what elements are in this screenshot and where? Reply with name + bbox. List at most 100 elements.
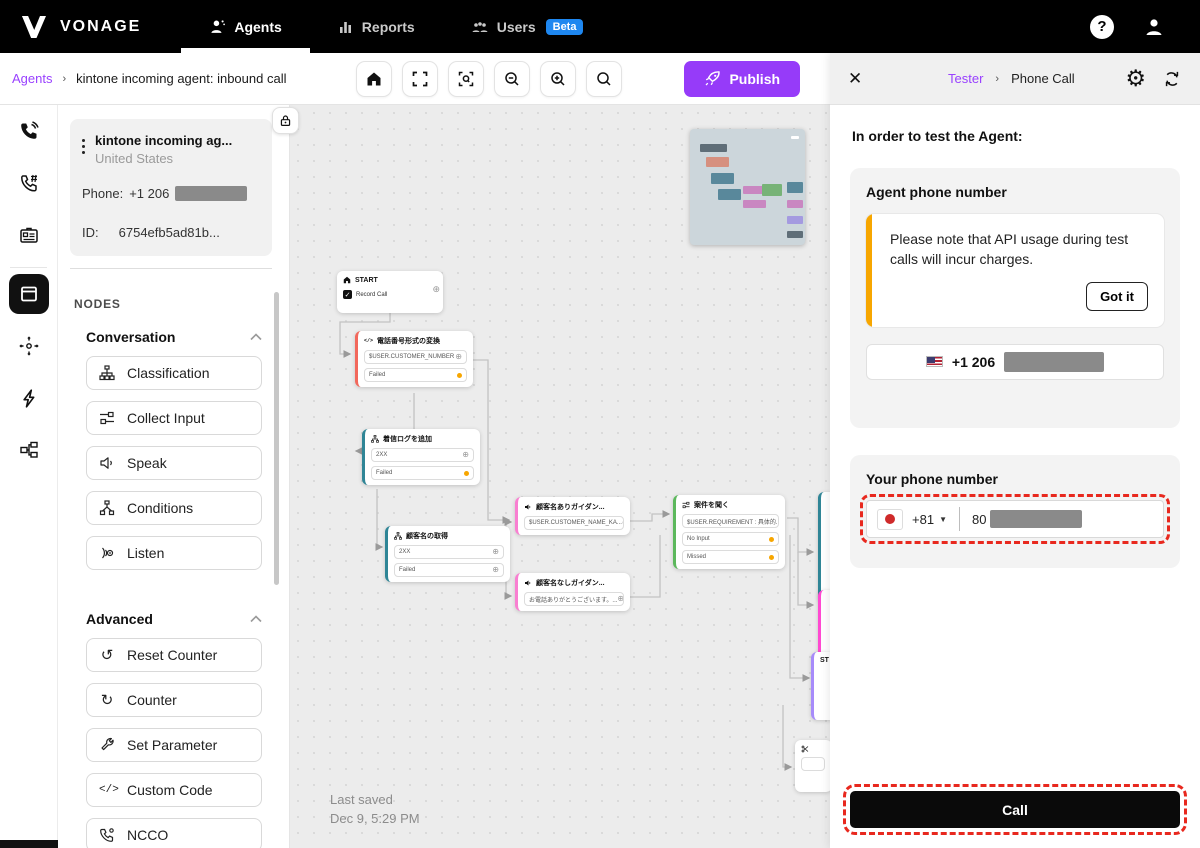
zoom-fit-button[interactable]	[448, 60, 485, 97]
node-item-speak[interactable]: Speak	[86, 446, 262, 480]
help-icon[interactable]: ?	[1090, 14, 1114, 39]
publish-button[interactable]: Publish	[684, 60, 801, 97]
settings-icon[interactable]: ⚙	[1125, 67, 1146, 90]
home-icon	[343, 276, 351, 284]
node-item-conditions[interactable]: Conditions	[86, 491, 262, 525]
code-icon: </>	[364, 338, 374, 344]
zoom-out-button[interactable]	[494, 60, 531, 97]
search-icon	[597, 71, 611, 86]
tester-intro: In order to test the Agent:	[852, 128, 1023, 144]
node-port[interactable]: ⊕	[432, 284, 440, 295]
speak-icon	[100, 457, 112, 469]
flow-node-partial-white[interactable]	[795, 740, 830, 792]
phone-hash-icon[interactable]	[0, 157, 58, 209]
api-icon	[371, 435, 379, 443]
vonage-v-icon	[22, 15, 46, 38]
redacted-number	[990, 510, 1083, 528]
node-item-set-parameter[interactable]: Set Parameter	[86, 728, 262, 762]
phone-number-input[interactable]: +81 ▼ 80	[860, 494, 1170, 544]
scissors-icon	[801, 745, 809, 753]
bolt-icon[interactable]	[0, 372, 58, 424]
rail-bottom-bar	[0, 840, 58, 848]
layout-panel-button-active[interactable]	[8, 274, 49, 314]
search-button[interactable]	[586, 60, 623, 97]
kebab-menu-icon[interactable]	[82, 133, 85, 166]
lock-button[interactable]	[272, 107, 299, 134]
refresh-icon[interactable]	[1162, 69, 1182, 89]
zoom-out-icon	[505, 71, 519, 86]
canvas-tools	[356, 60, 623, 97]
minimap[interactable]	[690, 129, 805, 245]
account-icon[interactable]	[1142, 15, 1166, 39]
node-port[interactable]: ⊕	[622, 519, 623, 527]
collect-input-icon	[682, 501, 690, 509]
got-it-button[interactable]: Got it	[1086, 281, 1148, 311]
node-port[interactable]: ⊕	[462, 451, 469, 459]
country-code-select[interactable]: +81 ▼	[912, 512, 947, 527]
flow-node-partial-violet[interactable]: ST	[811, 652, 830, 720]
node-item-classification[interactable]: Classification	[86, 356, 262, 390]
node-item-listen[interactable]: Listen	[86, 536, 262, 570]
home-button[interactable]	[356, 60, 393, 97]
zoom-in-icon	[551, 71, 565, 86]
flow-node-get-customer-name[interactable]: 顧客名の取得 2XX ⊕ Failed ⊕	[385, 526, 510, 582]
panel-scrollbar[interactable]	[274, 292, 279, 585]
divider	[70, 268, 272, 269]
classification-icon	[99, 365, 115, 381]
node-port[interactable]: ⊕	[617, 595, 623, 603]
reports-icon	[339, 21, 351, 33]
flow-node-call-log[interactable]: 着信ログを追加 2XX ⊕ Failed	[362, 429, 480, 485]
warning-accent-bar	[866, 214, 872, 327]
flow-node-partial-teal[interactable]	[818, 492, 830, 602]
tab-reports[interactable]: Reports	[338, 0, 415, 53]
id-card-icon[interactable]	[0, 209, 58, 261]
tester-link[interactable]: Tester	[948, 71, 983, 86]
flow-node-guidance-without-name[interactable]: 顧客名なしガイダン... お電話ありがとうございます。... ⊕	[515, 573, 630, 611]
breadcrumb-agents-link[interactable]: Agents	[12, 71, 52, 86]
node-item-ncco[interactable]: NCCO	[86, 818, 262, 848]
lock-icon	[280, 115, 291, 126]
vonage-logo[interactable]: VONAGE	[0, 14, 161, 40]
brand-name: VONAGE	[60, 17, 142, 35]
node-item-custom-code[interactable]: </> Custom Code	[86, 773, 262, 807]
status-dot	[464, 470, 469, 476]
zoom-in-button[interactable]	[540, 60, 577, 97]
agent-country: United States	[95, 151, 174, 166]
node-item-counter[interactable]: ↻ Counter	[86, 683, 262, 717]
tab-users[interactable]: Users Beta	[471, 0, 584, 53]
group-conversation[interactable]: Conversation	[86, 329, 262, 345]
status-dot	[769, 554, 774, 560]
fullscreen-icon	[413, 71, 428, 86]
call-button[interactable]: Call	[843, 784, 1187, 835]
chevron-right-icon: ›	[995, 72, 1000, 85]
speak-icon	[525, 504, 531, 510]
agent-phone: Phone: +1 206	[82, 186, 260, 201]
flow-node-partial-magenta[interactable]	[818, 590, 830, 660]
fit-screen-button[interactable]	[402, 60, 439, 97]
group-advanced[interactable]: Advanced	[86, 611, 262, 627]
node-port[interactable]: ⊕	[492, 548, 499, 556]
flow-node-phone-format[interactable]: </> 電話番号形式の変換 $USER.CUSTOMER_NUMBER ⊕ Fai…	[355, 331, 473, 387]
agent-id: ID: 6754efb5ad81b...	[82, 225, 220, 240]
flow-node-guidance-with-name[interactable]: 顧客名ありガイダン... $USER.CUSTOMER_NAME_KA...⊕	[515, 497, 630, 535]
divider	[958, 507, 960, 531]
us-flag-icon	[925, 356, 943, 368]
listen-icon	[102, 547, 114, 559]
left-panel: kintone incoming ag... United States Pho…	[58, 105, 290, 848]
flow-canvas[interactable]: START ✓ Record Call ⊕ </> 電話番号形式の変換 $USE…	[290, 105, 830, 848]
node-item-reset-counter[interactable]: ↺ Reset Counter	[86, 638, 262, 672]
close-icon[interactable]: ✕	[848, 69, 870, 89]
flow-node-start[interactable]: START ✓ Record Call ⊕	[337, 271, 443, 313]
node-port[interactable]: ⊕	[455, 353, 462, 361]
flow-node-ask-case[interactable]: 案件を聞く $USER.REQUIREMENT : 具体的...⊕ No Inp…	[673, 495, 785, 569]
node-item-collect-input[interactable]: Collect Input	[86, 401, 262, 435]
chevron-up-icon	[250, 615, 262, 623]
tab-agents[interactable]: Agents	[181, 0, 311, 53]
nav-tabs: Agents Reports Users Beta	[181, 0, 584, 53]
hierarchy-icon[interactable]	[0, 424, 58, 476]
controller-icon[interactable]	[0, 320, 58, 372]
nodes-title: NODES	[74, 297, 121, 311]
users-icon	[472, 21, 488, 32]
phone-volume-icon[interactable]	[0, 105, 58, 157]
node-port[interactable]: ⊕	[492, 566, 499, 574]
